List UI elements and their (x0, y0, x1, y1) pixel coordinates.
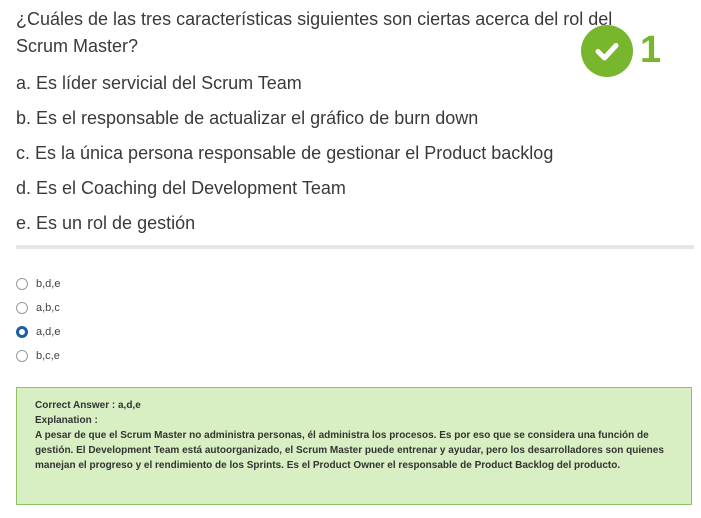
explanation-label: Explanation : (35, 415, 98, 426)
choice-ade[interactable]: a,d,e (16, 320, 60, 344)
divider (16, 245, 694, 249)
statement-a: a. Es líder servicial del Scrum Team (16, 73, 302, 93)
statement-c: c. Es la única persona responsable de ge… (16, 143, 554, 163)
check-icon (595, 43, 619, 61)
radio-button[interactable] (16, 350, 28, 362)
choice-bde[interactable]: b,d,e (16, 272, 60, 296)
statement-e: e. Es un rol de gestión (16, 213, 196, 233)
correct-answer: Correct Answer : a,d,e (35, 400, 141, 411)
statement-b: b. Es el responsable de actualizar el gr… (16, 108, 479, 128)
radio-button[interactable] (16, 302, 28, 314)
radio-button-selected[interactable] (16, 326, 28, 338)
choice-label: a,d,e (36, 326, 61, 338)
choice-bce[interactable]: b,c,e (16, 344, 60, 368)
correct-count: 1 (640, 29, 662, 71)
statement-d: d. Es el Coaching del Development Team (16, 178, 346, 198)
choice-abc[interactable]: a,b,c (16, 296, 60, 320)
explanation-text: A pesar de que el Scrum Master no admini… (35, 430, 664, 471)
question-text: ¿Cuáles de las tres características sigu… (16, 9, 613, 56)
answer-explanation-box: Correct Answer : a,d,e Explanation : A p… (16, 387, 692, 505)
choice-label: a,b,c (36, 302, 60, 314)
radio-button[interactable] (16, 278, 28, 290)
choice-label: b,d,e (36, 278, 61, 290)
choice-label: b,c,e (36, 350, 60, 362)
statement-list: a. Es líder servicial del Scrum Team b. … (16, 66, 553, 241)
correct-badge (581, 25, 633, 77)
answer-choices: b,d,e a,b,c a,d,e b,c,e (16, 272, 60, 368)
